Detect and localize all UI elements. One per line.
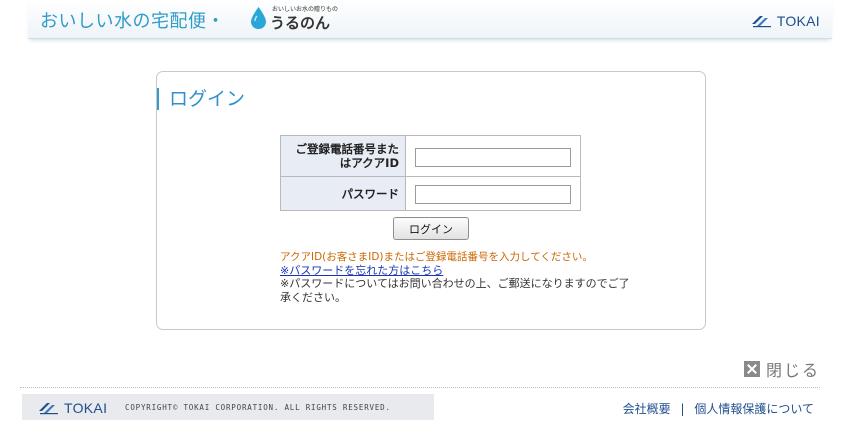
id-label: ご登録電話番号またはアクアID (280, 135, 406, 177)
close-icon (744, 361, 760, 377)
tokai-wordmark: TOKAI (776, 13, 820, 29)
login-title: ログイン (157, 88, 245, 110)
footer-tokai-logo: TOKAI (38, 400, 107, 416)
copyright-text: COPYRIGHT© TOKAI CORPORATION. ALL RIGHTS… (125, 403, 391, 412)
header-title: おいしい水の宅配便・ (40, 11, 225, 32)
close-label: 閉じる (766, 361, 821, 380)
tokai-mark-icon (751, 16, 771, 28)
footer-band: TOKAI COPYRIGHT© TOKAI CORPORATION. ALL … (22, 394, 434, 420)
password-note: ※パスワードについてはお問い合わせの上、ご郵送になりますのでご了承ください。 (280, 277, 630, 304)
password-label: パスワード (280, 176, 406, 211)
password-input[interactable] (415, 185, 571, 204)
footer-separator: | (680, 402, 685, 416)
tokai-logo: TOKAI (751, 13, 820, 29)
brand-name: うるのん (270, 14, 331, 32)
id-cell (405, 135, 581, 177)
id-input[interactable] (415, 147, 571, 167)
forgot-password-link[interactable]: ※パスワードを忘れた方はこちら (280, 262, 443, 278)
login-form-table: ご登録電話番号またはアクアID パスワード (280, 135, 581, 211)
footer-links: 会社概要 | 個人情報保護について (623, 400, 814, 417)
footer-tokai-wordmark: TOKAI (64, 400, 108, 416)
login-panel: ログイン ご登録電話番号またはアクアID パスワード ログイン アクアID(お客… (156, 71, 706, 330)
tokai-mark-icon (39, 403, 58, 415)
footer-divider (20, 387, 820, 389)
password-cell (405, 176, 581, 211)
id-row: ご登録電話番号またはアクアID (280, 135, 581, 177)
password-row: パスワード (280, 176, 581, 211)
privacy-policy-link[interactable]: 個人情報保護について (694, 402, 814, 416)
site-header: おいしい水の宅配便・ おいしいお水の贈りもの うるのん TOKAI (28, 0, 832, 39)
close-button[interactable]: 閉じる (744, 357, 820, 381)
company-overview-link[interactable]: 会社概要 (623, 402, 671, 416)
water-drop-icon (251, 7, 266, 29)
login-button[interactable]: ログイン (393, 217, 469, 240)
